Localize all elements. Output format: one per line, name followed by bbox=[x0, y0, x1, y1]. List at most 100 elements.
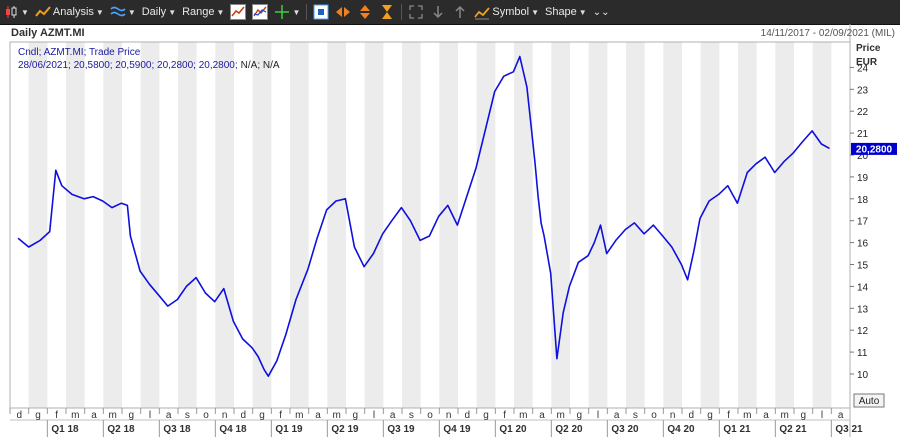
month-label: m bbox=[556, 410, 564, 421]
month-label: m bbox=[332, 410, 340, 421]
last-price-marker: 20,2800 bbox=[851, 142, 897, 155]
expand-button[interactable] bbox=[405, 1, 427, 23]
quarter-label: Q3 21 bbox=[835, 424, 863, 435]
scroll-vertical-button[interactable] bbox=[354, 1, 376, 23]
analysis-icon bbox=[35, 4, 51, 20]
quarter-label: Q2 19 bbox=[331, 424, 359, 435]
month-band bbox=[290, 42, 309, 408]
range-label: Range bbox=[182, 6, 215, 18]
chevron-down-icon: ▼ bbox=[292, 7, 301, 17]
interval-menu[interactable]: Daily ▼ bbox=[139, 1, 179, 23]
month-label: l bbox=[597, 410, 599, 421]
y-tick-label: 12 bbox=[857, 326, 869, 337]
ohlc-readout: 28/06/2021; 20,5800; 20,5900; 20,2800; 2… bbox=[18, 60, 280, 71]
month-label: n bbox=[670, 410, 676, 421]
y-tick-label: 11 bbox=[857, 348, 868, 359]
month-label: o bbox=[427, 410, 433, 421]
line-chart-button[interactable] bbox=[227, 1, 249, 23]
month-label: m bbox=[519, 410, 527, 421]
y-tick-label: 14 bbox=[857, 282, 869, 293]
month-label: f bbox=[727, 410, 730, 421]
month-label: f bbox=[503, 410, 506, 421]
symbol-menu[interactable]: Symbol ▼ bbox=[471, 1, 542, 23]
series-description: Cndl; AZMT.MI; Trade Price bbox=[18, 47, 141, 58]
quarter-label: Q3 18 bbox=[163, 424, 191, 435]
hourglass-button[interactable] bbox=[376, 1, 398, 23]
arrows-vertical-icon bbox=[357, 4, 373, 20]
month-band bbox=[402, 42, 421, 408]
month-label: g bbox=[577, 410, 583, 421]
arrow-down-icon bbox=[430, 4, 446, 20]
range-menu[interactable]: Range ▼ bbox=[179, 1, 227, 23]
indicator-menu[interactable]: ▼ bbox=[107, 1, 139, 23]
price-chart[interactable]: 101112131415161718192021222324 dgfmamgla… bbox=[0, 24, 900, 437]
candlestick-icon bbox=[3, 4, 19, 20]
y-tick-label: 13 bbox=[857, 304, 869, 315]
symbol-label: Symbol bbox=[492, 6, 530, 18]
quarter-label: Q1 19 bbox=[275, 424, 303, 435]
month-label: a bbox=[166, 410, 172, 421]
month-label: s bbox=[185, 410, 190, 421]
month-label: n bbox=[446, 410, 452, 421]
quarter-label: Q4 19 bbox=[443, 424, 471, 435]
month-label: f bbox=[279, 410, 282, 421]
analysis-menu[interactable]: Analysis ▼ bbox=[32, 1, 107, 23]
arrow-up-icon bbox=[452, 4, 468, 20]
move-up-button[interactable] bbox=[449, 1, 471, 23]
month-band bbox=[215, 42, 234, 408]
chevron-down-icon: ▼ bbox=[21, 7, 29, 17]
y-tick-label: 23 bbox=[857, 85, 869, 96]
zoom-fit-icon bbox=[313, 4, 329, 20]
interval-label: Daily bbox=[141, 6, 167, 18]
y-tick-label: 18 bbox=[857, 195, 869, 206]
month-label: d bbox=[241, 410, 247, 421]
chart-type-button[interactable]: ▼ bbox=[0, 1, 32, 23]
month-label: d bbox=[689, 410, 695, 421]
month-label: a bbox=[91, 410, 97, 421]
month-label: g bbox=[353, 410, 359, 421]
compare-chart-button[interactable] bbox=[249, 1, 271, 23]
month-label: m bbox=[295, 410, 303, 421]
chevron-down-icon: ▼ bbox=[578, 7, 587, 17]
ohlc-values: 28/06/2021; 20,5800; 20,5900; 20,2800; 2… bbox=[18, 60, 238, 71]
quarter-label: Q3 20 bbox=[611, 424, 639, 435]
month-label: a bbox=[614, 410, 620, 421]
month-label: l bbox=[821, 410, 823, 421]
month-label: m bbox=[108, 410, 116, 421]
chevron-down-icon: ▼ bbox=[216, 7, 225, 17]
chevron-down-icon: ▼ bbox=[127, 7, 136, 17]
month-label: a bbox=[539, 410, 545, 421]
auto-scale-button[interactable]: Auto bbox=[853, 393, 885, 408]
month-label: a bbox=[763, 410, 769, 421]
month-band bbox=[738, 42, 757, 408]
chevron-down-icon: ▼ bbox=[95, 7, 104, 17]
toolbar-divider bbox=[306, 4, 308, 20]
double-chevron-down-icon: ⌄⌄ bbox=[592, 6, 610, 18]
analysis-label: Analysis bbox=[52, 6, 94, 18]
month-label: m bbox=[71, 410, 79, 421]
month-label: a bbox=[315, 410, 321, 421]
month-band bbox=[327, 42, 346, 408]
quarter-label: Q3 19 bbox=[387, 424, 415, 435]
month-band bbox=[66, 42, 85, 408]
month-label: g bbox=[259, 410, 265, 421]
y-tick-label: 16 bbox=[857, 239, 869, 250]
crosshair-button[interactable]: ▼ bbox=[271, 1, 303, 23]
price-axis-title: Price bbox=[856, 43, 881, 54]
move-down-button[interactable] bbox=[427, 1, 449, 23]
month-label: a bbox=[838, 410, 844, 421]
month-band bbox=[28, 42, 48, 408]
y-tick-label: 15 bbox=[857, 261, 869, 272]
date-range: 14/11/2017 - 02/09/2021 (MIL) bbox=[761, 28, 895, 39]
month-band bbox=[700, 42, 720, 408]
month-label: s bbox=[409, 410, 414, 421]
zoom-fit-button[interactable] bbox=[310, 1, 332, 23]
scroll-horizontal-button[interactable] bbox=[332, 1, 354, 23]
quarter-label: Q2 18 bbox=[107, 424, 135, 435]
compare-chart-icon bbox=[252, 4, 269, 20]
more-menu[interactable]: ⌄⌄ bbox=[590, 1, 613, 23]
month-label: g bbox=[35, 410, 41, 421]
shape-menu[interactable]: Shape ▼ bbox=[542, 1, 590, 23]
plot-frame bbox=[9, 41, 851, 409]
na-values: N/A; N/A bbox=[241, 60, 280, 71]
